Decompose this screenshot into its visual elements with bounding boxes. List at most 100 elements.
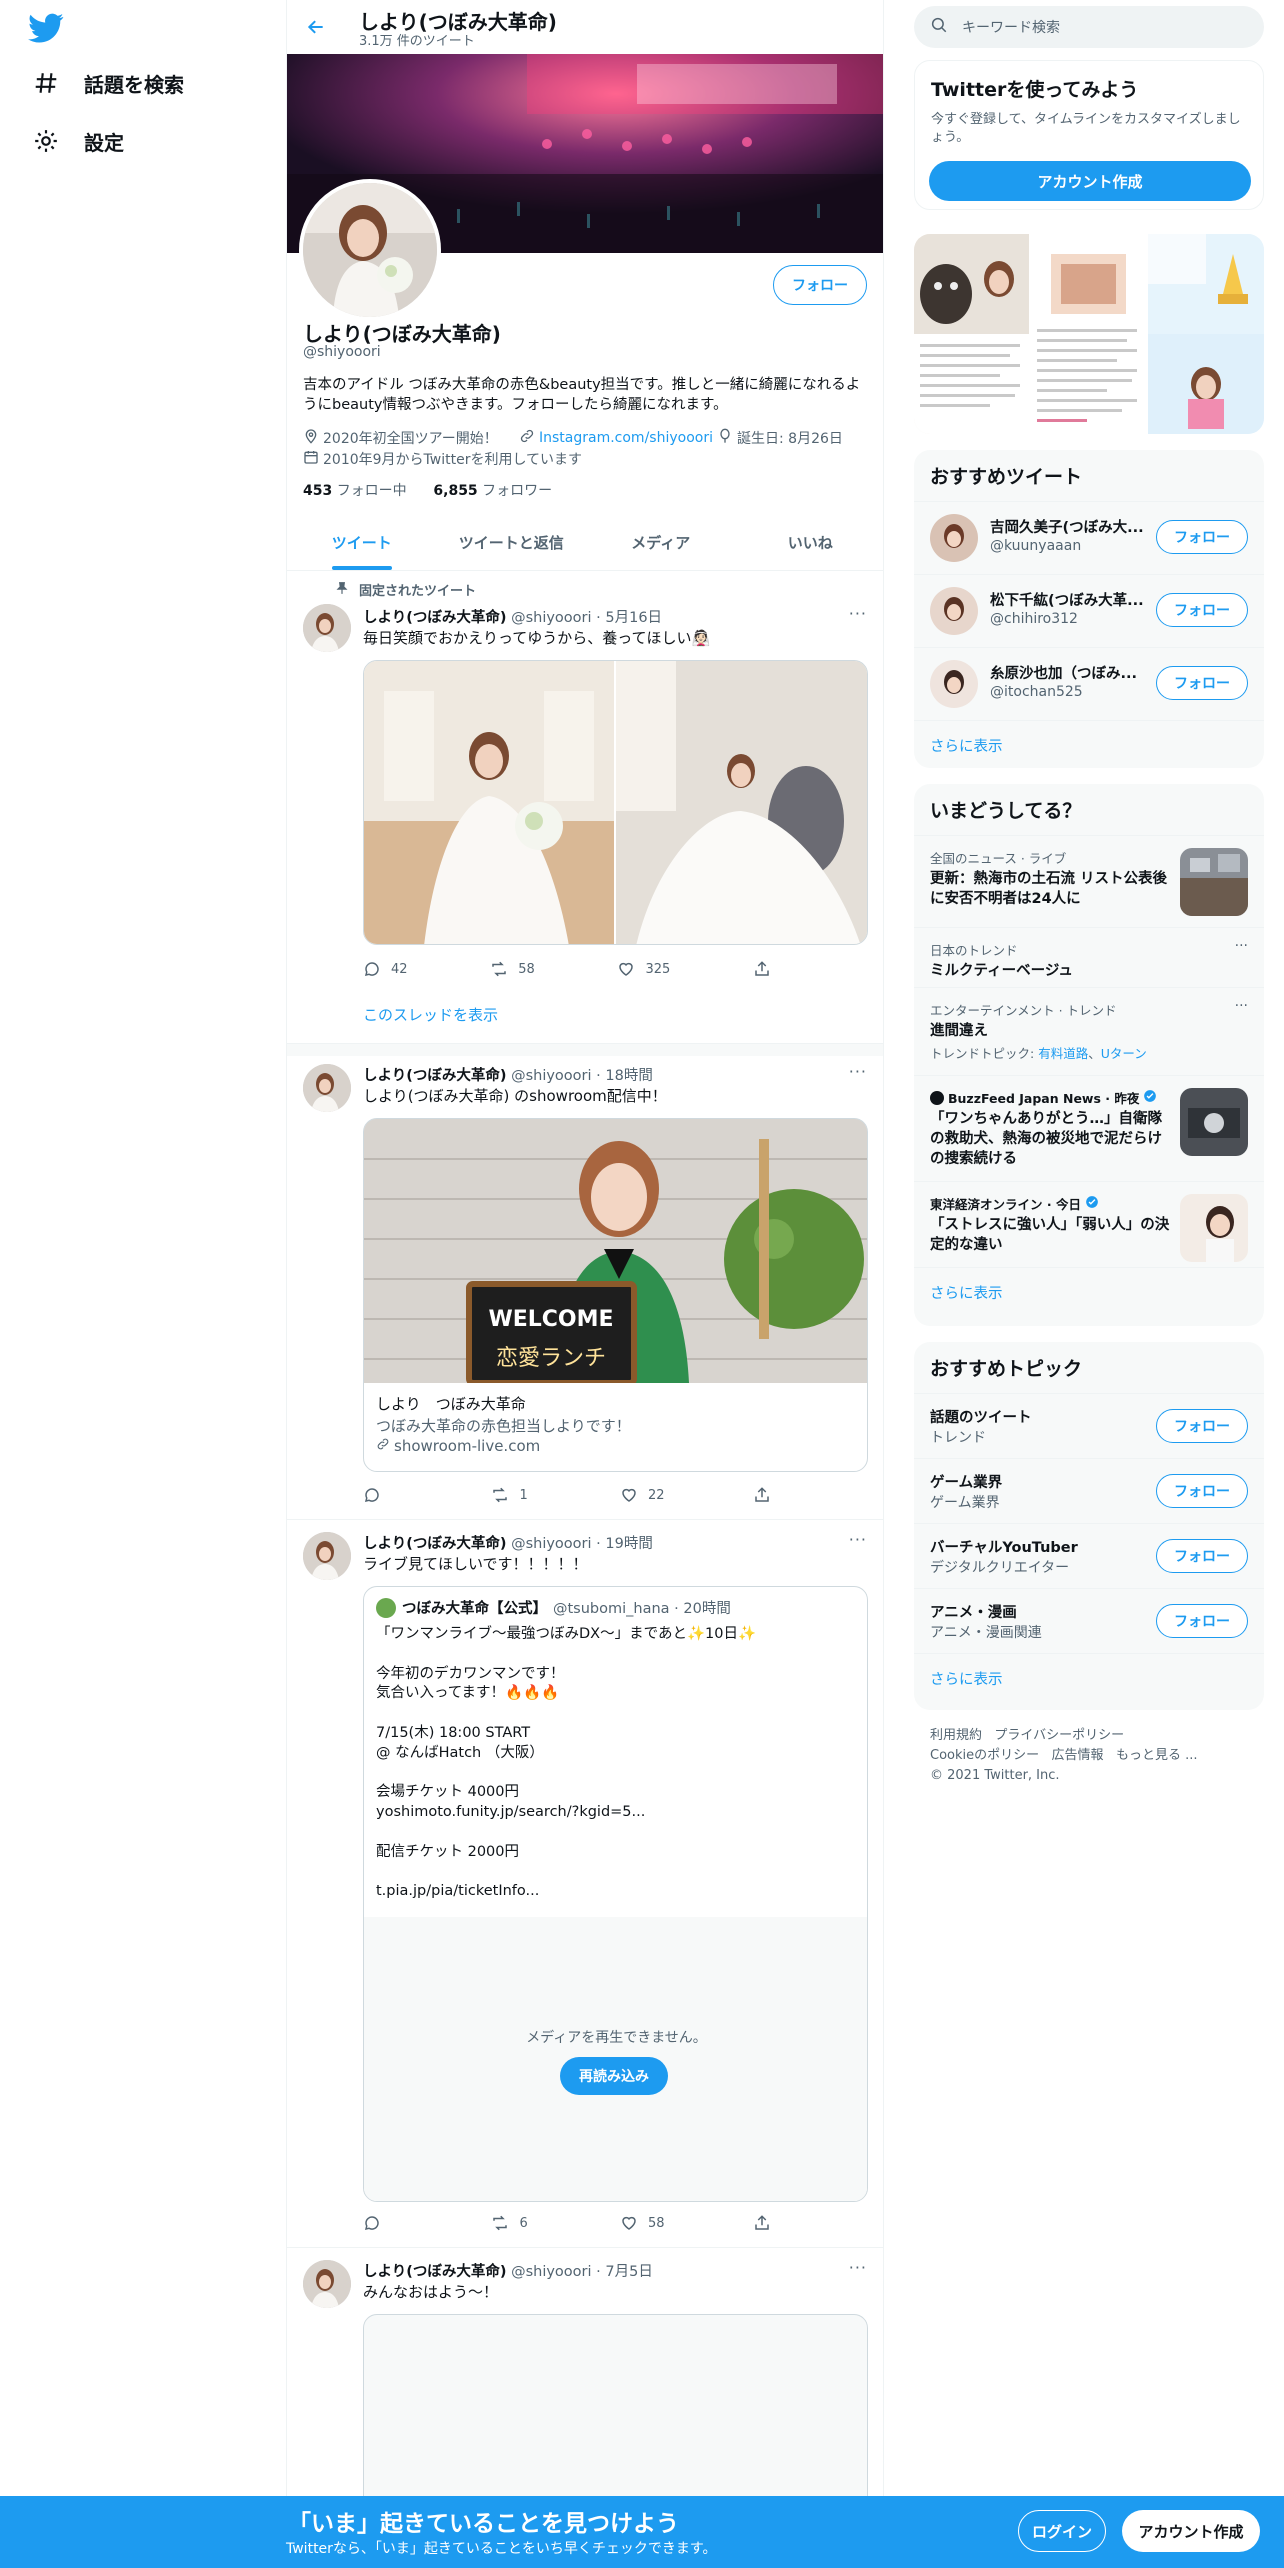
quoted-line: 気合い入ってます！🔥🔥🔥: [376, 1685, 560, 1702]
topic-item[interactable]: バーチャルYouTuber デジタルクリエイター フォロー: [914, 1523, 1264, 1588]
follow-topic-button[interactable]: フォロー: [1156, 1409, 1248, 1443]
trend-related-topic[interactable]: Uターン: [1101, 1046, 1147, 1061]
back-arrow-icon[interactable]: [301, 12, 331, 42]
topic-item[interactable]: ゲーム業界 ゲーム業界 フォロー: [914, 1458, 1264, 1523]
topic-item[interactable]: アニメ・漫画 アニメ・漫画関連 フォロー: [914, 1588, 1264, 1653]
tweet-author-handle[interactable]: @shiyooori: [511, 2264, 591, 2280]
more-options-icon[interactable]: ···: [849, 1062, 867, 1081]
tweet-avatar[interactable]: [303, 1532, 351, 1580]
tweet-photo[interactable]: [364, 661, 614, 944]
tweet-time[interactable]: · 18時間: [596, 1068, 653, 1084]
footer-link[interactable]: 利用規約: [930, 1728, 982, 1743]
follow-user-button[interactable]: フォロー: [1156, 593, 1248, 627]
nav-explore[interactable]: 話題を検索: [30, 58, 184, 108]
like-button[interactable]: 58: [620, 2214, 665, 2232]
tweet-avatar[interactable]: [303, 2260, 351, 2308]
reply-button[interactable]: [363, 2214, 403, 2232]
link-text[interactable]: Instagram.com/shiyooori: [539, 430, 713, 446]
link-icon: [519, 428, 535, 448]
topic-item[interactable]: 話題のツイート トレンド フォロー: [914, 1393, 1264, 1458]
trend-item[interactable]: BuzzFeed Japan News · 昨夜 「ワンちゃんありがとう…」自衛…: [914, 1075, 1264, 1181]
gallery-thumbnail[interactable]: [914, 234, 1029, 434]
reload-button[interactable]: 再読み込み: [560, 2057, 668, 2095]
like-button[interactable]: 325: [617, 960, 670, 978]
trend-related-topic[interactable]: 有料道路: [1038, 1046, 1088, 1061]
create-account-button[interactable]: アカウント作成: [929, 161, 1251, 201]
tweet-avatar[interactable]: [303, 604, 351, 652]
tweet-live-promo[interactable]: しより(つぼみ大革命) @shiyooori · 19時間 ··· ライブ見てほ…: [287, 1520, 883, 2248]
profile-avatar[interactable]: [299, 179, 441, 321]
share-button[interactable]: [753, 2214, 793, 2232]
trend-item[interactable]: エンターテインメント · トレンド 進間違え トレンドトピック: 有料道路、Uタ…: [914, 987, 1264, 1075]
tweet-author-handle[interactable]: @shiyooori: [511, 1536, 591, 1552]
twitter-bird-icon[interactable]: [28, 10, 68, 50]
user-suggestion[interactable]: 松下千紘(つぼみ大革... @chihiro312 フォロー: [914, 574, 1264, 647]
retweet-button[interactable]: 58: [490, 960, 535, 978]
tweet-time[interactable]: · 19時間: [596, 1536, 653, 1552]
follow-button[interactable]: フォロー: [773, 265, 867, 305]
reply-button[interactable]: [363, 1486, 403, 1504]
user-suggestion[interactable]: 吉岡久美子(つぼみ大... @kuunyaaan フォロー: [914, 501, 1264, 574]
more-options-icon[interactable]: ···: [849, 604, 867, 623]
follow-user-button[interactable]: フォロー: [1156, 520, 1248, 554]
link-icon: [376, 1437, 390, 1455]
link-card[interactable]: WELCOME 恋愛ランチ しより つぼみ大革命 つぼみ大革命の赤色担当しよりで…: [363, 1118, 868, 1472]
tab-tweets[interactable]: ツイート: [287, 514, 437, 570]
footer-link[interactable]: Cookieのポリシー: [930, 1748, 1039, 1763]
tweet-pinned[interactable]: 固定されたツイート しより(つぼみ大革命) @shiyooori · 5月16日…: [287, 572, 883, 1044]
follow-topic-button[interactable]: フォロー: [1156, 1539, 1248, 1573]
tweet-avatar[interactable]: [303, 1064, 351, 1112]
signup-button[interactable]: アカウント作成: [1122, 2510, 1260, 2552]
reply-button[interactable]: 42: [363, 960, 408, 978]
follow-user-button[interactable]: フォロー: [1156, 666, 1248, 700]
tweet-author-name[interactable]: しより(つぼみ大革命): [363, 1536, 506, 1552]
user-suggestion[interactable]: 糸原沙也加（つぼみ... @itochan525 フォロー: [914, 647, 1264, 720]
footer-link[interactable]: 広告情報: [1052, 1748, 1104, 1763]
share-button[interactable]: [753, 1486, 793, 1504]
footer-link[interactable]: もっと見る ...: [1116, 1748, 1198, 1763]
quoted-tweet[interactable]: つぼみ大革命【公式】 @tsubomi_hana · 20時間 「ワンマンライブ…: [363, 1586, 868, 2202]
trend-item[interactable]: 東洋経済オンライン · 今日 「ストレスに強い人」「弱い人」の決定的な違い: [914, 1181, 1264, 1267]
tweet-author-name[interactable]: しより(つぼみ大革命): [363, 1068, 506, 1084]
profile-handle: @shiyooori: [303, 344, 381, 360]
show-more-topics[interactable]: さらに表示: [914, 1653, 1264, 1703]
following-link[interactable]: 453 フォロー中: [303, 483, 407, 499]
tab-media[interactable]: メディア: [586, 514, 736, 570]
profile-link[interactable]: Instagram.com/shiyooori: [519, 428, 713, 448]
tweet-author-handle[interactable]: @shiyooori: [511, 610, 591, 626]
gallery-thumbnail[interactable]: [1031, 234, 1146, 434]
more-options-icon[interactable]: ···: [849, 1530, 867, 1549]
tweet-author-name[interactable]: しより(つぼみ大革命): [363, 2264, 506, 2280]
gallery-thumbnail[interactable]: [1148, 234, 1264, 434]
trend-item[interactable]: 全国のニュース · ライブ 更新：熱海市の土石流 リスト公表後に安否不明者は24…: [914, 835, 1264, 927]
tweet-author-handle[interactable]: @shiyooori: [511, 1068, 591, 1084]
trend-item[interactable]: 日本のトレンド ミルクティーベージュ ···: [914, 927, 1264, 987]
user-avatar: [930, 660, 978, 708]
followers-link[interactable]: 6,855 フォロワー: [433, 483, 552, 499]
tweet-author-name[interactable]: しより(つぼみ大革命): [363, 610, 506, 626]
verified-icon: [1085, 1195, 1099, 1212]
follow-topic-button[interactable]: フォロー: [1156, 1604, 1248, 1638]
retweet-button[interactable]: 1: [491, 1486, 531, 1504]
like-button[interactable]: 22: [620, 1486, 665, 1504]
retweet-button[interactable]: 6: [491, 2214, 531, 2232]
show-thread-link[interactable]: このスレッドを表示: [363, 1004, 498, 1025]
tab-tweets-replies[interactable]: ツイートと返信: [437, 514, 587, 570]
share-button[interactable]: [753, 960, 793, 978]
search-box[interactable]: キーワード検索: [914, 6, 1264, 48]
tweet-time[interactable]: · 7月5日: [596, 2264, 653, 2280]
show-more-users[interactable]: さらに表示: [914, 720, 1264, 768]
show-more-trends[interactable]: さらに表示: [914, 1267, 1264, 1317]
login-button[interactable]: ログイン: [1018, 2510, 1106, 2552]
reply-icon: [364, 962, 379, 977]
follow-topic-button[interactable]: フォロー: [1156, 1474, 1248, 1508]
footer-link[interactable]: プライバシーポリシー: [994, 1728, 1124, 1743]
tab-likes[interactable]: いいね: [736, 514, 884, 570]
trend-more-icon[interactable]: ···: [1235, 938, 1248, 954]
more-options-icon[interactable]: ···: [849, 2258, 867, 2277]
nav-settings[interactable]: 設定: [30, 116, 124, 166]
tweet-showroom[interactable]: しより(つぼみ大革命) @shiyooori · 18時間 ··· しより(つぼ…: [287, 1056, 883, 1520]
tweet-photo[interactable]: [616, 661, 867, 944]
trend-more-icon[interactable]: ···: [1235, 998, 1248, 1014]
tweet-time[interactable]: · 5月16日: [596, 610, 662, 626]
